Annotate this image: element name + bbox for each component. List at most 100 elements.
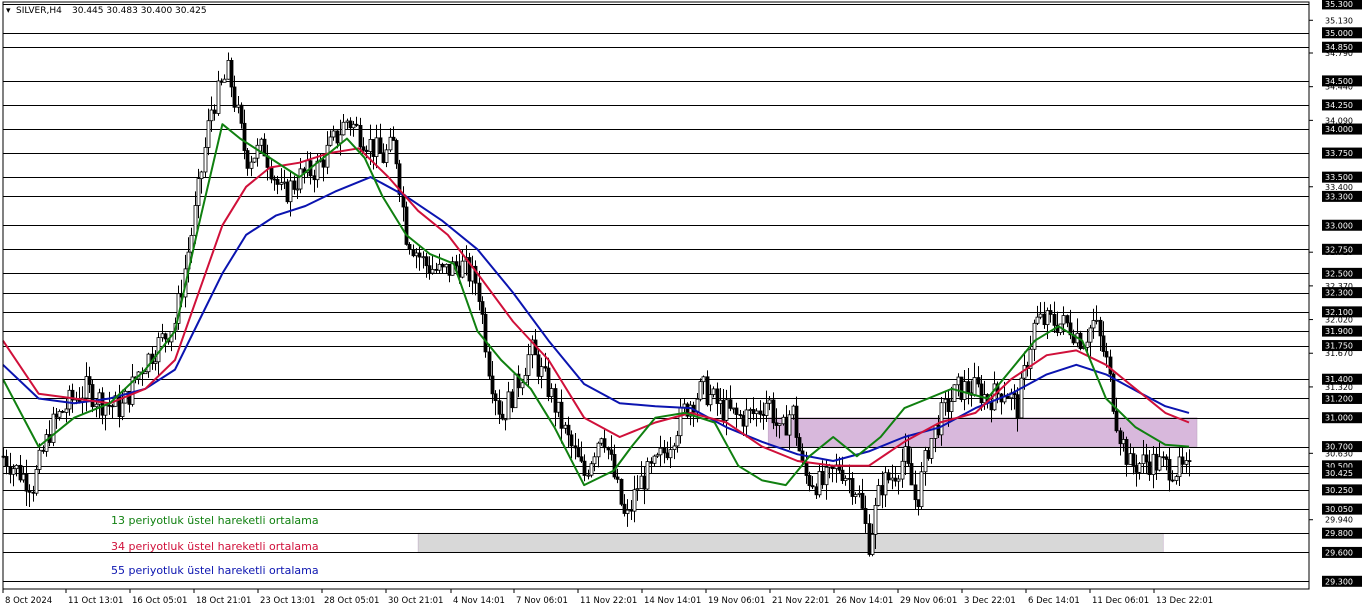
- candle: [242, 109, 247, 160]
- candle: [1028, 335, 1033, 380]
- candle-body: [1161, 456, 1166, 459]
- candle-body: [255, 144, 260, 159]
- candle: [896, 475, 901, 495]
- candle-body: [94, 403, 99, 408]
- candle: [331, 125, 336, 141]
- triangle-down-icon[interactable]: ▾: [6, 6, 11, 16]
- x-tick-label: 19 Nov 06:01: [708, 596, 765, 606]
- candle-body: [252, 157, 257, 163]
- candle-body: [668, 449, 673, 459]
- candle-body: [1042, 313, 1047, 326]
- level-label-text: 30.250: [1325, 486, 1353, 495]
- candle-body: [916, 499, 921, 508]
- candle: [361, 137, 366, 152]
- candle: [592, 452, 597, 472]
- candle: [226, 52, 231, 80]
- candle-body: [279, 182, 284, 185]
- candle: [203, 137, 208, 178]
- candle-body: [1035, 316, 1040, 324]
- candle-body: [847, 477, 852, 480]
- candle: [1124, 436, 1129, 477]
- candle: [487, 343, 492, 380]
- candle: [972, 362, 977, 397]
- candle: [282, 169, 287, 190]
- candle: [11, 464, 16, 487]
- candle-body: [579, 456, 584, 462]
- x-tick-label: 11 Dec 06:01: [1092, 596, 1149, 606]
- candle-body: [275, 179, 280, 185]
- chart-canvas[interactable]: 35.13034.79034.44034.09033.40032.72032.3…: [0, 0, 1362, 611]
- candle: [675, 430, 680, 453]
- candle-body: [956, 376, 961, 386]
- candle: [1187, 449, 1192, 477]
- candle-body: [480, 301, 485, 315]
- candle: [212, 104, 217, 121]
- price-axis[interactable]: 35.13034.79034.44034.09033.40032.72032.3…: [1309, 0, 1362, 587]
- candle-body: [404, 206, 409, 245]
- candle: [665, 441, 670, 461]
- candle: [285, 178, 290, 204]
- x-tick-label: 30 Oct 21:01: [388, 596, 443, 606]
- candle-body: [1048, 310, 1053, 315]
- candle-body: [414, 252, 419, 257]
- candle: [97, 388, 102, 419]
- candle: [619, 478, 624, 507]
- level-label: 35.300: [1322, 0, 1362, 10]
- candle-body: [1101, 335, 1106, 352]
- candle-body: [236, 104, 241, 108]
- candle-body: [1091, 320, 1096, 329]
- candle-body: [493, 393, 498, 402]
- candle: [784, 405, 789, 436]
- level-label-text: 30.700: [1325, 443, 1353, 452]
- candle-body: [1184, 460, 1189, 465]
- candle: [470, 255, 475, 295]
- candle: [576, 438, 581, 458]
- candle-body: [526, 354, 531, 376]
- x-tick-label: 3 Dec 22:01: [964, 596, 1016, 606]
- candle: [705, 370, 710, 407]
- candle: [754, 408, 759, 427]
- candle: [546, 357, 551, 402]
- level-label-text: 35.300: [1325, 0, 1353, 9]
- candle: [1151, 445, 1156, 489]
- level-label: 34.250: [1322, 99, 1362, 111]
- candle: [678, 398, 683, 444]
- candle: [473, 260, 478, 296]
- level-label: 33.750: [1322, 147, 1362, 159]
- candle-body: [576, 447, 581, 458]
- candle-body: [787, 414, 792, 436]
- time-axis[interactable]: 8 Oct 2024 11 Oct 13:01 16 Oct 05:01 18 Oct…: [2, 589, 1213, 606]
- candle-body: [625, 509, 630, 514]
- candle: [493, 390, 498, 416]
- candle-body: [698, 381, 703, 400]
- candle: [1144, 443, 1149, 475]
- candle-body: [384, 149, 389, 163]
- x-tick-label: 21 Nov 22:01: [772, 596, 829, 606]
- candle-body: [163, 333, 168, 340]
- level-label: 34.000: [1322, 123, 1362, 135]
- candle-body: [54, 413, 59, 418]
- candle: [721, 389, 726, 425]
- level-label: 33.000: [1322, 219, 1362, 231]
- candle-body: [1032, 322, 1037, 350]
- candle: [652, 454, 657, 467]
- candle-body: [867, 523, 872, 555]
- candle: [421, 251, 426, 269]
- candle: [444, 263, 449, 274]
- candle-body: [635, 488, 640, 491]
- candle: [708, 384, 713, 412]
- candle-body: [754, 410, 759, 415]
- candle: [18, 455, 23, 483]
- level-label-text: 29.800: [1325, 529, 1353, 538]
- legend: 13 periyotluk üstel hareketli ortalama 34…: [111, 514, 319, 577]
- candle: [259, 137, 264, 152]
- candle: [354, 116, 359, 127]
- candle-body: [599, 438, 604, 444]
- level-label-text: 34.500: [1325, 77, 1353, 86]
- candle-body: [642, 475, 647, 490]
- candle: [1088, 324, 1093, 357]
- candle-body: [810, 485, 815, 488]
- candle-body: [876, 485, 881, 506]
- price-chart[interactable]: 35.13034.79034.44034.09033.40032.72032.3…: [0, 0, 1362, 611]
- candle-body: [645, 461, 650, 490]
